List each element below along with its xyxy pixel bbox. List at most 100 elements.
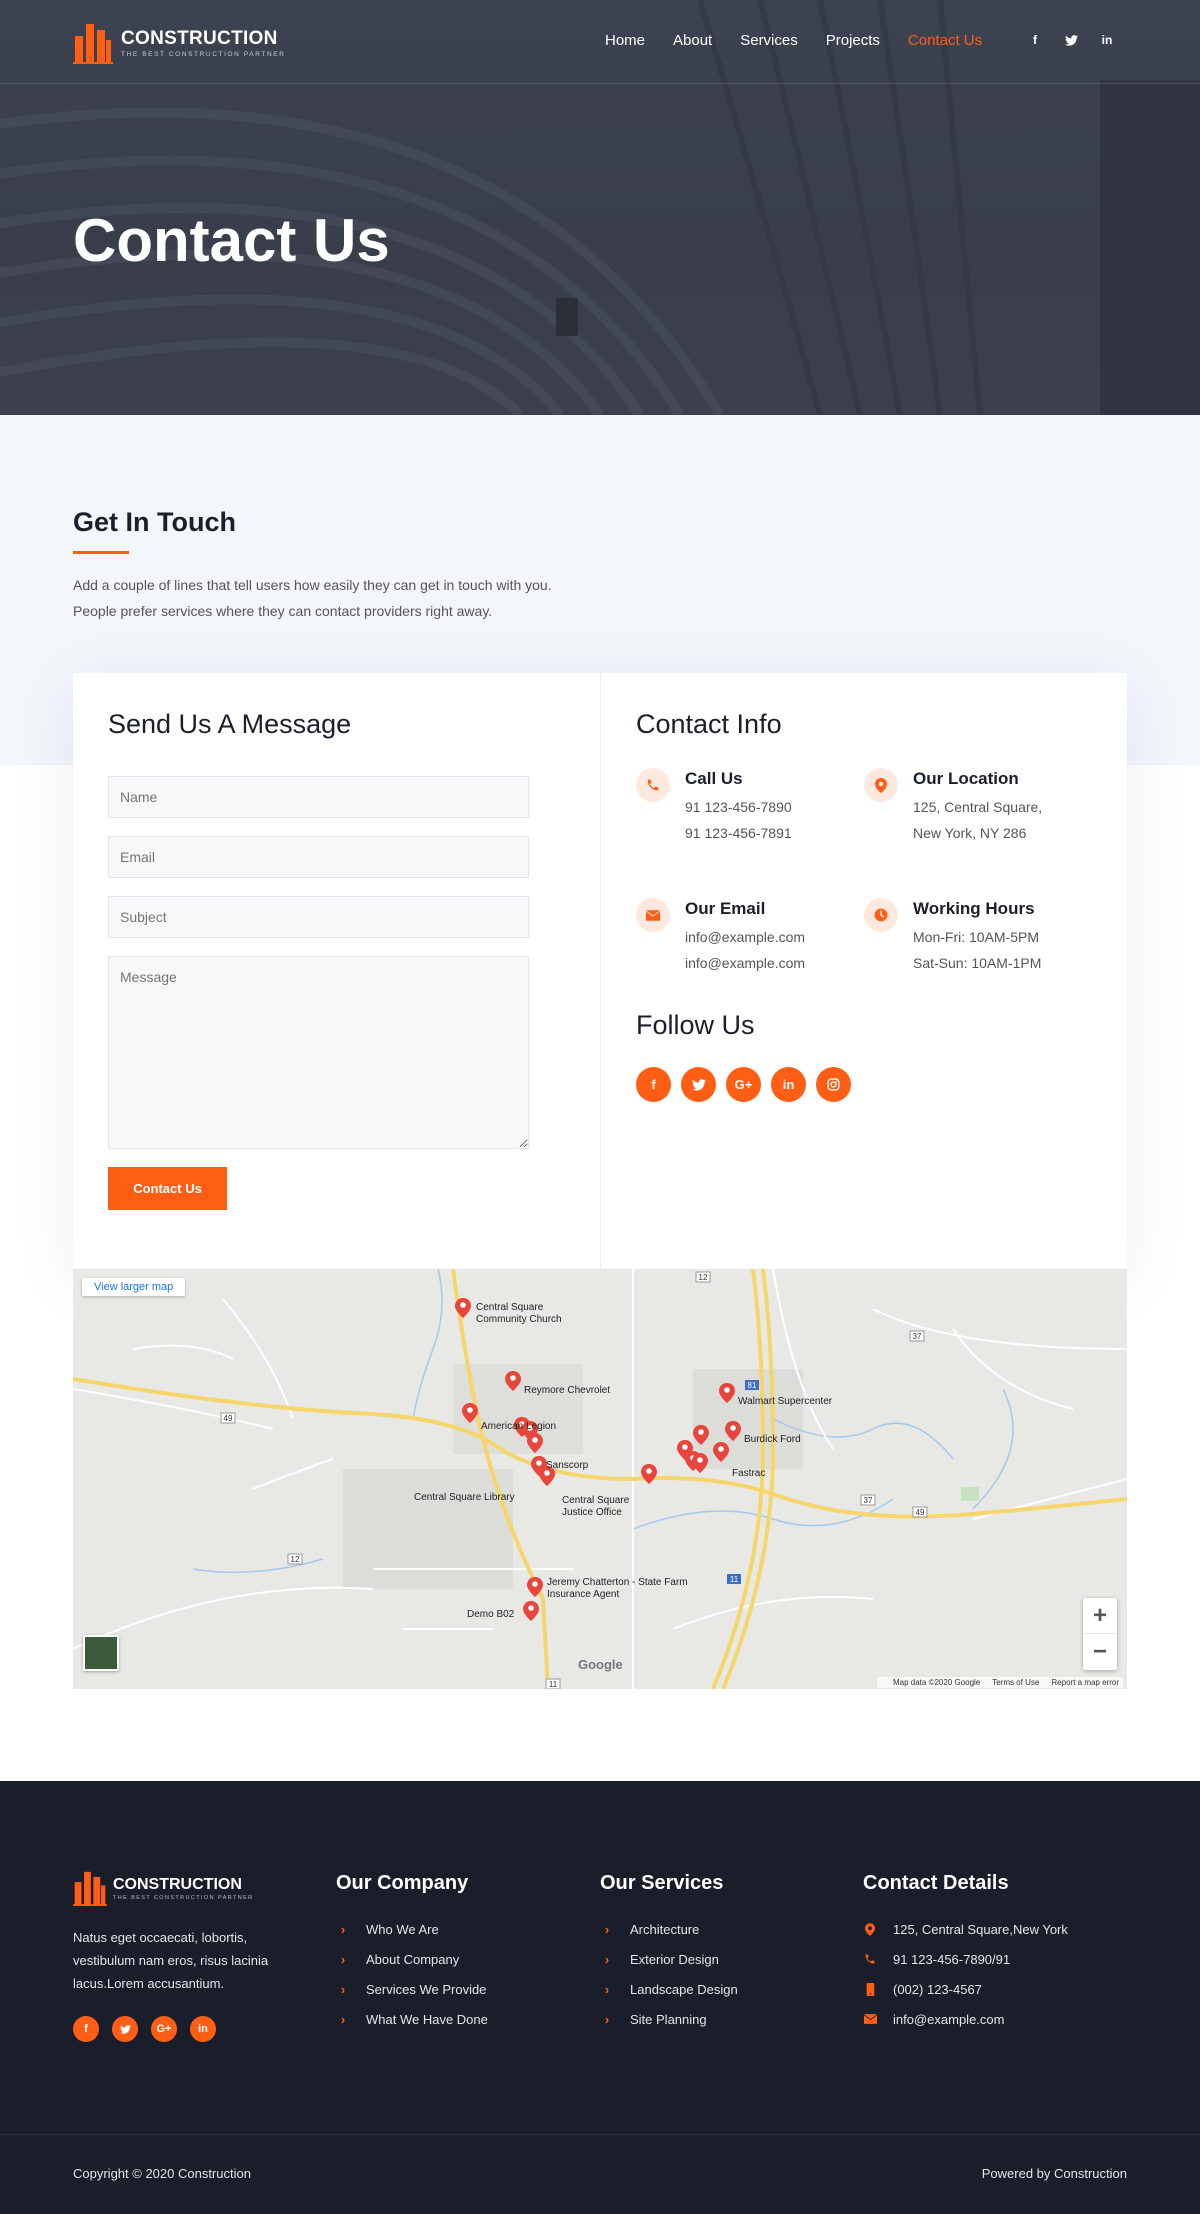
email-2[interactable]: info@example.com bbox=[685, 953, 805, 973]
map-pin-icon bbox=[863, 1922, 877, 1936]
nav-contact-us[interactable]: Contact Us bbox=[908, 30, 982, 52]
twitter-icon[interactable] bbox=[112, 2016, 138, 2042]
map-label-fastrac[interactable]: Fastrac bbox=[732, 1468, 765, 1479]
map-label-sanscorp[interactable]: Sanscorp bbox=[546, 1460, 588, 1471]
map-pin[interactable] bbox=[713, 1442, 729, 1462]
map-label-legion[interactable]: American Legion bbox=[481, 1421, 556, 1432]
map-pin-icon bbox=[864, 768, 898, 802]
satellite-layer-toggle[interactable] bbox=[83, 1635, 119, 1671]
footer-phone[interactable]: 91 123-456-7890/91 bbox=[863, 1944, 1068, 1974]
email-1[interactable]: info@example.com bbox=[685, 927, 805, 947]
linkedin-icon[interactable]: in bbox=[1096, 29, 1118, 51]
name-input[interactable] bbox=[108, 776, 529, 818]
map-pin[interactable] bbox=[527, 1577, 543, 1597]
footer-logo[interactable]: CONSTRUCTION THE BEST CONSTRUCTION PARTN… bbox=[73, 1870, 254, 1906]
map-label-jeremy[interactable]: Jeremy Chatterton - State Farm Insurance… bbox=[547, 1577, 697, 1601]
follow-us-title: Follow Us bbox=[636, 1010, 755, 1040]
map-terms-link[interactable]: Terms of Use bbox=[992, 1678, 1039, 1687]
map-label-chevrolet[interactable]: Reymore Chevrolet bbox=[524, 1385, 610, 1396]
map-label-burdick[interactable]: Burdick Ford bbox=[744, 1434, 801, 1445]
footer-phone-text: 91 123-456-7890/91 bbox=[893, 1951, 1011, 1967]
footer-link[interactable]: › Services We Provide bbox=[336, 1974, 488, 2004]
chevron-right-icon: › bbox=[604, 2011, 610, 2027]
logo-tagline: THE BEST CONSTRUCTION PARTNER bbox=[121, 50, 286, 58]
map-label-library[interactable]: Central Square Library bbox=[414, 1492, 515, 1503]
email-heading: Our Email bbox=[685, 899, 766, 918]
footer-link-label: Exterior Design bbox=[630, 1951, 719, 1967]
footer-mobile[interactable]: (002) 123-4567 bbox=[863, 1974, 1068, 2004]
contact-info-title: Contact Info bbox=[636, 709, 782, 739]
call-us-block: Call Us 91 123-456-7890 91 123-456-7891 bbox=[636, 768, 856, 858]
location-heading: Our Location bbox=[913, 769, 1019, 788]
view-larger-map-link[interactable]: View larger map bbox=[82, 1278, 186, 1296]
footer-link-label: Architecture bbox=[630, 1921, 700, 1937]
map-pin[interactable] bbox=[505, 1371, 521, 1391]
footer-link[interactable]: › Architecture bbox=[600, 1914, 738, 1944]
facebook-icon[interactable]: f bbox=[73, 2016, 99, 2042]
mobile-icon bbox=[863, 1982, 877, 1996]
logo-building-icon bbox=[73, 24, 113, 64]
phone-1[interactable]: 91 123-456-7890 bbox=[685, 797, 792, 817]
subject-input[interactable] bbox=[108, 896, 529, 938]
map-label-walmart[interactable]: Walmart Supercenter bbox=[738, 1396, 832, 1407]
footer-link-label: Who We Are bbox=[366, 1921, 439, 1937]
footer-link-label: Services We Provide bbox=[366, 1981, 487, 1997]
footer-email[interactable]: info@example.com bbox=[863, 2004, 1068, 2034]
footer-company-column: Our Company › Who We Are › About Company ›… bbox=[336, 1870, 488, 2034]
chevron-right-icon: › bbox=[604, 1921, 610, 1937]
chevron-right-icon: › bbox=[604, 1951, 610, 1967]
map-pin[interactable] bbox=[455, 1298, 471, 1318]
email-input[interactable] bbox=[108, 836, 529, 878]
zoom-out-button[interactable]: − bbox=[1083, 1634, 1117, 1670]
map-pin[interactable] bbox=[641, 1464, 657, 1484]
linkedin-icon[interactable]: in bbox=[190, 2016, 216, 2042]
footer-link[interactable]: › Site Planning bbox=[600, 2004, 738, 2034]
map-label-justice[interactable]: Central Square Justice Office bbox=[562, 1495, 648, 1519]
footer-link[interactable]: › Exterior Design bbox=[600, 1944, 738, 1974]
phone-2[interactable]: 91 123-456-7891 bbox=[685, 823, 792, 843]
footer-services-column: Our Services › Architecture › Exterior Des… bbox=[600, 1870, 738, 2034]
google-plus-icon[interactable]: G+ bbox=[151, 2016, 177, 2042]
chevron-right-icon: › bbox=[340, 1951, 346, 1967]
nav-about[interactable]: About bbox=[673, 30, 712, 52]
linkedin-icon[interactable]: in bbox=[771, 1067, 806, 1102]
footer-link[interactable]: › What We Have Done bbox=[336, 2004, 488, 2034]
hero-banner: CONSTRUCTION THE BEST CONSTRUCTION PARTN… bbox=[0, 0, 1200, 415]
footer-link[interactable]: › Landscape Design bbox=[600, 1974, 738, 2004]
message-textarea[interactable] bbox=[108, 956, 529, 1149]
contact-us-button[interactable]: Contact Us bbox=[108, 1167, 227, 1210]
site-logo[interactable]: CONSTRUCTION THE BEST CONSTRUCTION PARTN… bbox=[73, 21, 286, 65]
follow-us-social: f G+ in bbox=[636, 1067, 861, 1102]
map-pin[interactable] bbox=[725, 1421, 741, 1441]
description-line-2: People prefer services where they can co… bbox=[73, 603, 493, 619]
map-pin[interactable] bbox=[692, 1453, 708, 1473]
facebook-icon[interactable]: f bbox=[1024, 29, 1046, 51]
footer-link[interactable]: › Who We Are bbox=[336, 1914, 488, 1944]
nav-services[interactable]: Services bbox=[740, 30, 798, 52]
contact-card: Send Us A Message Contact Us Contact Inf… bbox=[73, 673, 1127, 1269]
get-in-touch-title: Get In Touch bbox=[73, 507, 236, 537]
map-pin[interactable] bbox=[527, 1433, 543, 1453]
location-block: Our Location 125, Central Square, New Yo… bbox=[864, 768, 1084, 858]
message-form-panel: Send Us A Message Contact Us bbox=[73, 673, 600, 1269]
google-map[interactable]: 12 37 49 81 11 37 49 12 11 Central Squar… bbox=[73, 1269, 1127, 1689]
map-pin[interactable] bbox=[719, 1383, 735, 1403]
map-label-demo[interactable]: Demo B02 bbox=[467, 1609, 514, 1620]
facebook-icon[interactable]: f bbox=[636, 1067, 671, 1102]
map-attribution: Map data ©2020 Google Terms of Use Repor… bbox=[876, 1677, 1123, 1688]
map-label-church[interactable]: Central Square Community Church bbox=[476, 1302, 586, 1326]
nav-home[interactable]: Home bbox=[605, 30, 645, 52]
nav-projects[interactable]: Projects bbox=[826, 30, 880, 52]
twitter-icon[interactable] bbox=[681, 1067, 716, 1102]
map-pin[interactable] bbox=[462, 1403, 478, 1423]
footer-services-title: Our Services bbox=[600, 1872, 724, 1894]
map-pin[interactable] bbox=[693, 1425, 709, 1445]
footer-email-text: info@example.com bbox=[893, 2011, 1005, 2027]
zoom-in-button[interactable]: + bbox=[1083, 1598, 1117, 1634]
instagram-icon[interactable] bbox=[816, 1067, 851, 1102]
map-pin[interactable] bbox=[523, 1601, 539, 1621]
footer-link[interactable]: › About Company bbox=[336, 1944, 488, 1974]
google-plus-icon[interactable]: G+ bbox=[726, 1067, 761, 1102]
map-report-link[interactable]: Report a map error bbox=[1051, 1678, 1119, 1687]
twitter-icon[interactable] bbox=[1060, 29, 1082, 51]
